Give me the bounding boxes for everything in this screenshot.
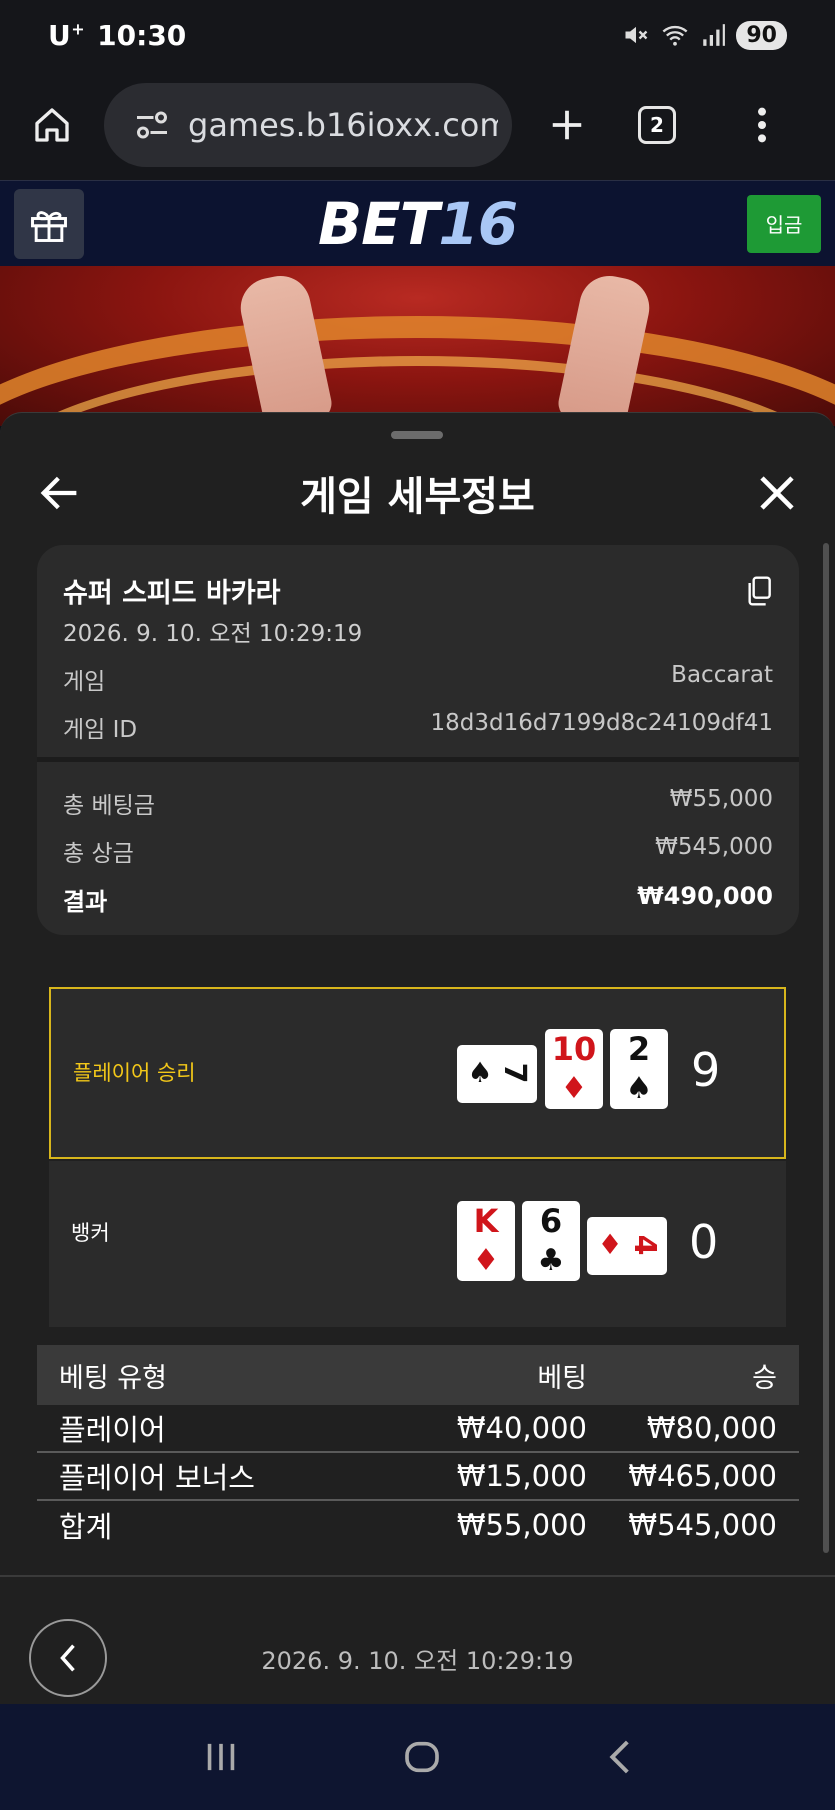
home-icon xyxy=(35,108,69,142)
total-win-value: ₩545,000 xyxy=(655,834,773,860)
recent-apps-icon[interactable] xyxy=(201,1739,241,1775)
banker-card-3: 4 ♦ xyxy=(587,1217,667,1275)
game-type-row: 게임 Baccarat xyxy=(63,662,773,696)
banker-card-2: 6 ♣ xyxy=(522,1201,580,1281)
footer-divider xyxy=(0,1575,835,1577)
bet-type-cell: 플레이어 xyxy=(59,1413,166,1447)
footer-datetime: 2026. 9. 10. 오전 10:29:19 xyxy=(261,1647,574,1675)
sheet-title: 게임 세부정보 xyxy=(300,474,535,520)
card-suit: ♦ xyxy=(560,1071,588,1106)
game-name: 슈퍼 스피드 바카라 xyxy=(63,578,281,609)
bet-amount-cell: ₩15,000 xyxy=(456,1459,587,1493)
player-card-1: 7 ♠ xyxy=(457,1045,537,1103)
game-id-label: 게임 ID xyxy=(63,717,138,743)
carrier-label: U+ xyxy=(48,18,86,52)
total-bet-label: 총 베팅금 xyxy=(63,793,155,819)
bets-table: 베팅 유형 베팅 승 플레이어 ₩40,000 ₩80,000 플레이어 보너스… xyxy=(37,1345,799,1549)
bet-type-cell: 플레이어 보너스 xyxy=(59,1461,255,1495)
banker-hand-label: 뱅커 xyxy=(71,1221,110,1245)
card-suit: ♦ xyxy=(597,1228,623,1261)
table-total-row: 합계 ₩55,000 ₩545,000 xyxy=(37,1501,799,1549)
win-amount-cell: ₩80,000 xyxy=(646,1411,777,1445)
url-text[interactable]: games.b16ioxx.com/l xyxy=(188,106,498,144)
table-header: 베팅 유형 베팅 승 xyxy=(37,1345,799,1405)
header-bet: 베팅 xyxy=(537,1362,587,1394)
win-amount-cell: ₩465,000 xyxy=(628,1459,777,1493)
player-hand-label: 플레이어 승리 xyxy=(73,1061,196,1085)
card-suit: ♠ xyxy=(467,1056,493,1089)
sheet-header: 게임 세부정보 xyxy=(0,453,835,533)
banker-score: 0 xyxy=(689,1215,719,1269)
gift-button[interactable] xyxy=(14,188,84,259)
site-header: BET16 입금 xyxy=(0,180,835,266)
battery-indicator: 90 xyxy=(736,20,787,50)
system-nav-bar xyxy=(0,1704,835,1810)
player-card-3: 2 ♠ xyxy=(610,1029,668,1109)
total-win-label: 총 상금 xyxy=(63,841,134,867)
card-rank: K xyxy=(473,1202,499,1240)
game-type-value: Baccarat xyxy=(671,662,773,688)
player-score: 9 xyxy=(691,1043,721,1097)
card-rank: 2 xyxy=(627,1030,651,1068)
wifi-icon xyxy=(662,25,688,46)
more-vert-icon xyxy=(758,107,766,143)
home-circle-icon[interactable] xyxy=(402,1737,442,1777)
table-row: 플레이어 보너스 ₩15,000 ₩465,000 xyxy=(37,1453,799,1501)
header-win: 승 xyxy=(752,1362,777,1394)
status-bar: U+ 10:30 90 xyxy=(0,0,835,70)
card-rank: 4 xyxy=(627,1234,662,1256)
sheet-drag-handle[interactable] xyxy=(391,431,443,439)
tab-count: 2 xyxy=(638,106,676,144)
table-row: 플레이어 ₩40,000 ₩80,000 xyxy=(37,1405,799,1453)
bet-type-cell: 합계 xyxy=(59,1510,113,1544)
deposit-button[interactable]: 입금 xyxy=(747,194,821,253)
banker-hand-panel: 뱅커 K ♦ 6 ♣ 4 ♦ 0 xyxy=(49,1161,786,1327)
player-card-2: 10 ♦ xyxy=(545,1029,603,1109)
card-suit: ♠ xyxy=(625,1071,653,1106)
card-rank: 7 xyxy=(497,1062,532,1084)
scrollbar[interactable] xyxy=(823,543,829,1553)
result-label: 결과 xyxy=(63,888,108,916)
card-rank: 10 xyxy=(551,1030,597,1068)
clock: 10:30 xyxy=(97,18,187,52)
game-info-card: 슈퍼 스피드 바카라 2026. 9. 10. 오전 10:29:19 게임 B… xyxy=(37,545,799,935)
copy-icon[interactable] xyxy=(745,575,773,607)
card-suit: ♦ xyxy=(472,1243,500,1278)
status-icons: 90 xyxy=(622,20,787,50)
new-tab-button[interactable] xyxy=(512,106,622,144)
gift-icon xyxy=(31,210,67,242)
home-button[interactable] xyxy=(0,105,104,145)
dealer-video-backdrop xyxy=(0,266,835,426)
browser-toolbar: games.b16ioxx.com/l 2 xyxy=(0,70,835,180)
mute-icon xyxy=(625,26,648,44)
total-win-row: 총 상금 ₩545,000 xyxy=(63,834,773,868)
tab-switcher-button[interactable]: 2 xyxy=(622,106,692,144)
total-bet-value: ₩55,000 xyxy=(669,786,773,812)
player-hand-panel: 플레이어 승리 7 ♠ 10 ♦ 2 ♠ 9 xyxy=(49,987,786,1159)
close-icon[interactable] xyxy=(757,473,797,513)
bet-amount-cell: ₩40,000 xyxy=(456,1411,587,1445)
win-amount-cell: ₩545,000 xyxy=(628,1508,777,1542)
game-type-label: 게임 xyxy=(63,669,106,695)
plus-icon xyxy=(552,110,582,140)
result-row: 결과 ₩490,000 xyxy=(63,882,773,917)
card-suit: ♣ xyxy=(537,1243,565,1278)
more-menu-button[interactable] xyxy=(692,105,832,145)
back-icon[interactable] xyxy=(604,1737,634,1777)
bet-amount-cell: ₩55,000 xyxy=(456,1508,587,1542)
game-id-value: 18d3d16d7199d8c24109df41 xyxy=(430,710,773,736)
brand-logo: BET16 xyxy=(317,189,518,258)
game-details-sheet: 게임 세부정보 슈퍼 스피드 바카라 2026. 9. 10. 오전 10:29… xyxy=(0,412,835,1704)
game-datetime: 2026. 9. 10. 오전 10:29:19 xyxy=(63,621,363,647)
address-bar[interactable]: games.b16ioxx.com/l xyxy=(104,83,512,167)
game-id-row: 게임 ID 18d3d16d7199d8c24109df41 xyxy=(63,710,773,744)
site-settings-icon[interactable] xyxy=(134,110,170,140)
banker-card-1: K ♦ xyxy=(457,1201,515,1281)
total-bet-row: 총 베팅금 ₩55,000 xyxy=(63,786,773,820)
back-arrow-icon[interactable] xyxy=(40,475,80,511)
card-rank: 6 xyxy=(539,1202,563,1240)
header-bet-type: 베팅 유형 xyxy=(59,1362,167,1394)
result-value: ₩490,000 xyxy=(637,882,773,910)
signal-icon xyxy=(703,24,726,46)
